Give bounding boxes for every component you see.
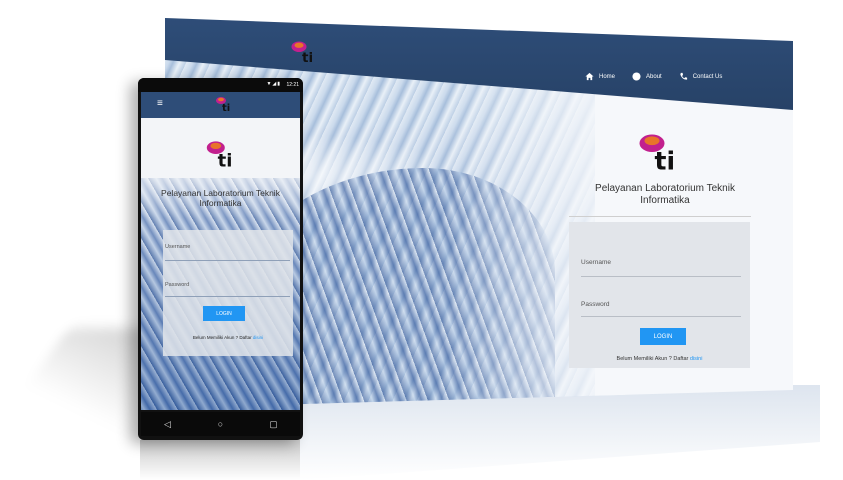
phone-screen: ti Pelayanan Laboratorium Teknik Informa… xyxy=(141,118,300,410)
nav-contact[interactable]: Contact Us xyxy=(679,72,723,81)
brand-logo-icon[interactable]: ti xyxy=(215,94,235,114)
phone-icon xyxy=(680,72,687,80)
nav-home[interactable]: Home xyxy=(585,72,615,81)
register-link[interactable]: disini xyxy=(690,356,703,362)
register-link[interactable]: disini xyxy=(253,335,263,340)
username-field[interactable]: Username xyxy=(581,259,611,266)
register-prompt: Belum Memiliki Akun ? Daftar xyxy=(616,356,689,362)
hamburger-menu-icon[interactable]: ≡ xyxy=(157,99,163,109)
logo-text: ti xyxy=(222,103,230,114)
page-title: Pelayanan Laboratorium Teknik Informatik… xyxy=(161,188,280,208)
password-underline xyxy=(581,316,741,317)
app-bar: ≡ ti xyxy=(141,92,300,118)
main-logo-icon: ti xyxy=(206,141,233,170)
register-text: Belum Memiliki Akun ? Daftar disini xyxy=(569,356,750,362)
logo-text: ti xyxy=(302,50,313,65)
logo-text: ti xyxy=(655,147,676,175)
register-prompt: Belum Memiliki Akun ? Daftar xyxy=(192,335,252,340)
login-button[interactable]: LOGIN xyxy=(203,306,245,321)
logo-text: ti xyxy=(218,151,233,170)
username-underline xyxy=(581,276,741,277)
home-circle-icon[interactable]: ○ xyxy=(211,416,231,432)
status-bar: ▼◢▮ 12:21 xyxy=(138,78,303,92)
password-underline xyxy=(165,296,290,297)
password-field[interactable]: Password xyxy=(581,301,610,308)
nav-home-label: Home xyxy=(599,73,616,80)
nav-about-label: About xyxy=(646,73,662,80)
login-card: Username Password LOGIN Belum Memiliki A… xyxy=(163,230,293,356)
title-divider xyxy=(569,216,751,217)
nav-menu: Home About Contact Us xyxy=(585,72,731,81)
username-underline xyxy=(165,260,290,261)
android-navbar: ◁ ○ ▢ xyxy=(141,412,300,436)
status-time: 12:21 xyxy=(286,82,299,88)
back-icon[interactable]: ◁ xyxy=(158,416,178,432)
username-field[interactable]: Username xyxy=(165,244,190,250)
signal-battery-icon: ▼◢▮ xyxy=(266,81,281,87)
nav-contact-label: Contact Us xyxy=(692,73,723,80)
info-circle-icon xyxy=(632,72,641,81)
phone-mockup: ▼◢▮ 12:21 ≡ ti ti Pelayanan Laboratorium… xyxy=(138,78,303,440)
recent-apps-icon[interactable]: ▢ xyxy=(264,416,284,432)
main-logo-icon: ti xyxy=(639,134,676,175)
login-button[interactable]: LOGIN xyxy=(640,328,686,345)
home-icon xyxy=(585,72,594,81)
brand-logo-icon[interactable]: ti xyxy=(290,39,320,65)
page-title: Pelayanan Laboratorium Teknik Informatik… xyxy=(595,183,735,206)
password-field[interactable]: Password xyxy=(165,282,189,288)
login-card: Username Password LOGIN Belum Memiliki A… xyxy=(569,222,750,368)
register-text: Belum Memiliki Akun ? Daftar disini xyxy=(163,335,293,340)
phone-reflection xyxy=(140,440,300,480)
nav-about[interactable]: About xyxy=(632,72,662,81)
